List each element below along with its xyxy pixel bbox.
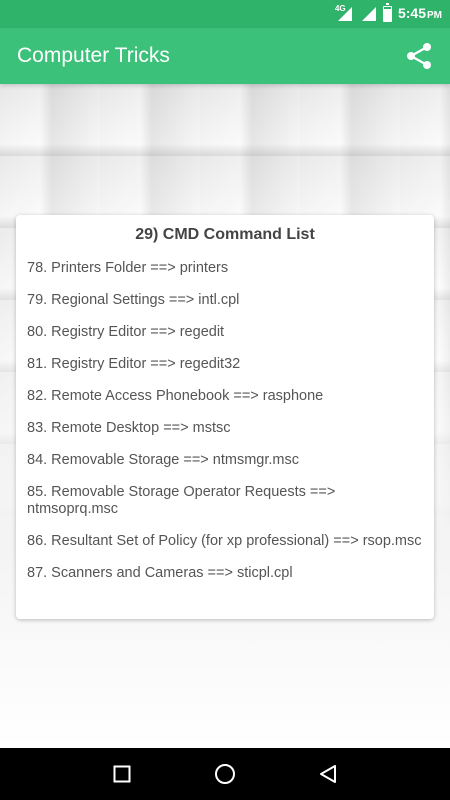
clock-time: 5:45 [397, 5, 426, 21]
home-button[interactable] [205, 754, 245, 794]
command-card[interactable]: 29) CMD Command List 78. Printers Folder… [16, 215, 434, 619]
list-item: 85. Removable Storage Operator Requests … [27, 484, 336, 517]
back-button[interactable] [308, 754, 348, 794]
network-type-label: 4G [334, 4, 346, 13]
battery-icon [382, 3, 392, 22]
status-bar: 4G 5:45PM [0, 0, 450, 28]
list-item: 82. Remote Access Phonebook ==> rasphone [27, 388, 324, 404]
share-icon [407, 43, 431, 69]
card-title: 29) CMD Command List [135, 226, 315, 243]
app-title: Computer Tricks [17, 44, 170, 67]
list-item: 78. Printers Folder ==> printers [27, 260, 229, 276]
clock: 5:45PM [398, 5, 442, 23]
list-item: 83. Remote Desktop ==> mstsc [27, 420, 231, 436]
square-icon [113, 765, 131, 783]
app-bar: Computer Tricks [0, 28, 450, 84]
list-item: 86. Resultant Set of Policy (for xp prof… [27, 533, 422, 549]
list-item: 81. Registry Editor ==> regedit32 [27, 356, 241, 372]
wifi-signal-icon [359, 6, 377, 22]
share-button[interactable] [404, 41, 434, 71]
list-item: 80. Registry Editor ==> regedit [27, 324, 225, 340]
list-item: 87. Scanners and Cameras ==> sticpl.cpl [27, 565, 293, 581]
clock-ampm: PM [427, 10, 442, 21]
battery-level [383, 9, 391, 21]
command-list[interactable]: 78. Printers Folder ==> printers 79. Reg… [16, 260, 434, 582]
network-signal-icon: 4G [334, 4, 353, 22]
list-item: 84. Removable Storage ==> ntmsmgr.msc [27, 452, 300, 468]
recents-button[interactable] [102, 754, 142, 794]
navigation-bar [0, 748, 450, 800]
list-item: 79. Regional Settings ==> intl.cpl [27, 292, 240, 308]
circle-icon [214, 764, 235, 784]
triangle-back-icon [320, 765, 337, 783]
